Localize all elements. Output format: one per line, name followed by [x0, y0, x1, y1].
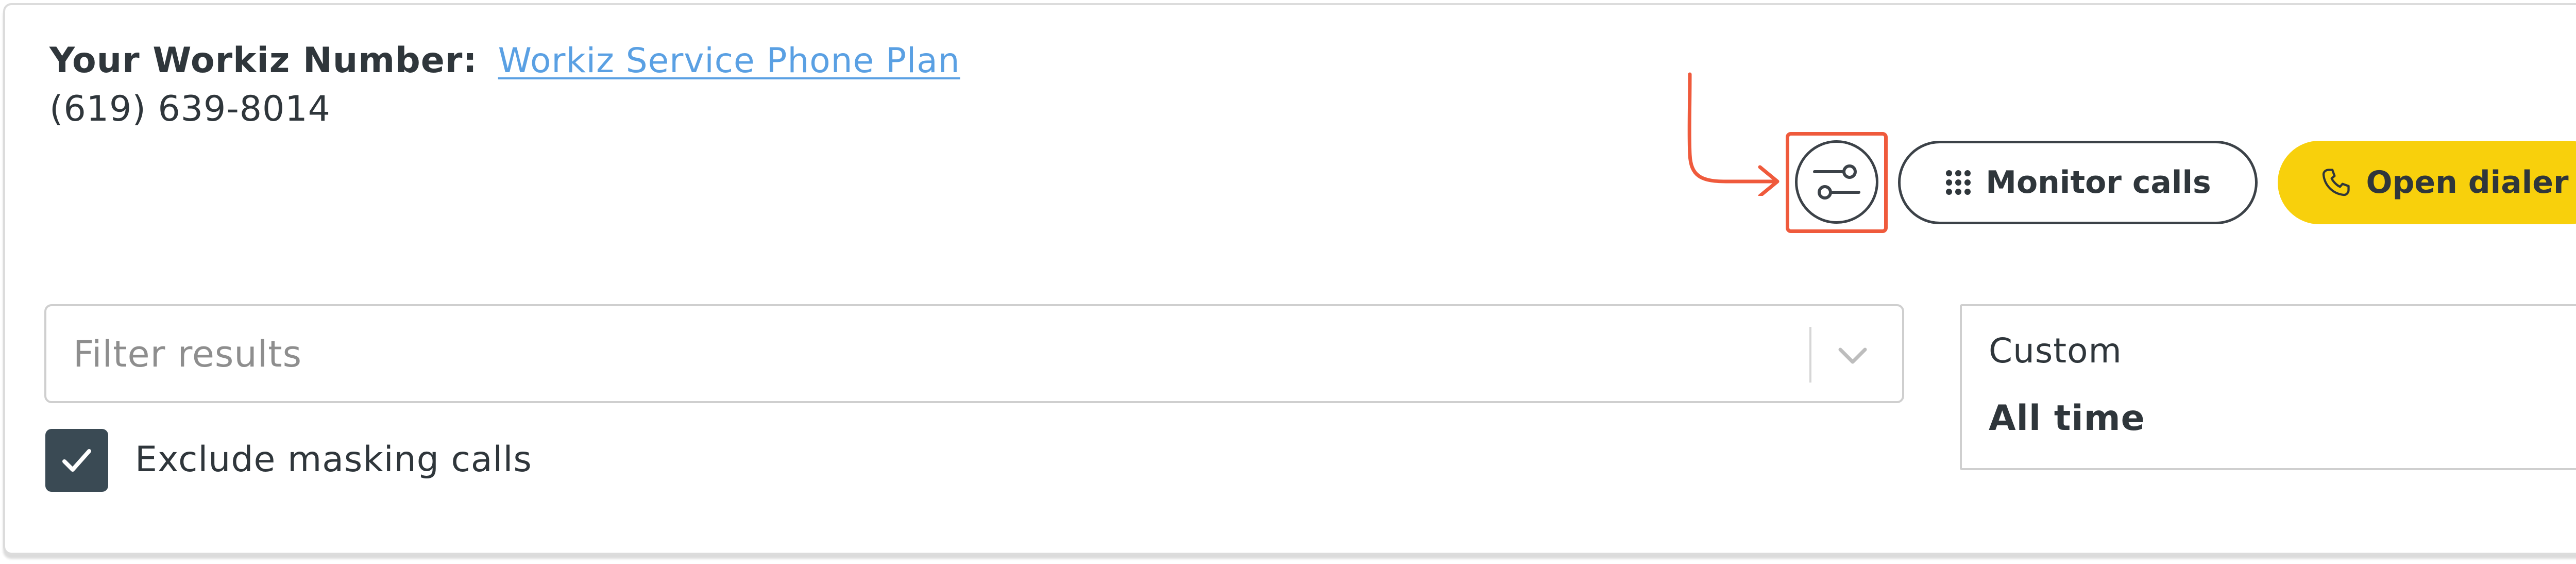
filter-results-input[interactable] — [72, 306, 1826, 402]
dialpad-icon — [1944, 169, 1972, 196]
phone-icon — [2319, 166, 2352, 199]
workiz-number-row: Your Workiz Number: Workiz Service Phone… — [49, 38, 960, 82]
monitor-calls-button[interactable]: Monitor calls — [1898, 141, 2258, 224]
annotation-arrow — [1687, 72, 1780, 196]
open-dialer-button[interactable]: Open dialer — [2278, 141, 2576, 224]
workiz-phone-number: (619) 639-8014 — [49, 89, 331, 129]
open-dialer-label: Open dialer — [2366, 164, 2569, 201]
date-range-label: Custom — [1989, 331, 2122, 371]
workiz-number-label: Your Workiz Number: — [49, 40, 478, 81]
monitor-calls-label: Monitor calls — [1986, 164, 2211, 201]
date-range-picker[interactable]: Custom All time — [1960, 304, 2576, 470]
sliders-icon — [1813, 164, 1860, 200]
checkmark-icon — [62, 449, 91, 472]
date-range-value: All time — [1989, 398, 2145, 439]
exclude-masking-checkbox[interactable] — [45, 429, 108, 492]
phone-plan-link[interactable]: Workiz Service Phone Plan — [498, 41, 960, 80]
filter-divider — [1809, 327, 1811, 383]
call-settings-button[interactable] — [1795, 140, 1878, 224]
chevron-down-icon[interactable] — [1832, 335, 1873, 376]
exclude-masking-label[interactable]: Exclude masking calls — [135, 434, 532, 486]
filter-results-select[interactable] — [44, 304, 1904, 403]
